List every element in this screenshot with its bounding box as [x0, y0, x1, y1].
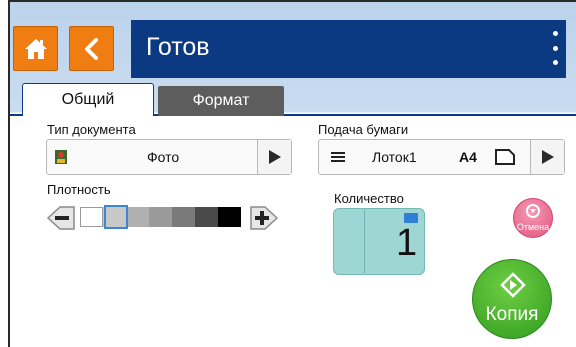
photo-icon	[55, 150, 67, 164]
density-step[interactable]	[172, 207, 195, 227]
paper-feed-tray: Лоток1	[372, 149, 417, 165]
page-title: Готов	[146, 33, 210, 61]
cancel-label: Отмена	[516, 222, 550, 232]
density-step[interactable]	[218, 207, 241, 227]
document-type-label: Тип документа	[47, 122, 136, 137]
tab-general[interactable]: Общий	[22, 83, 154, 116]
density-selected-marker	[104, 205, 128, 229]
paper-feed-selector[interactable]: Лоток1 A4	[318, 139, 565, 175]
start-diamond-icon	[500, 272, 526, 298]
density-step[interactable]	[80, 207, 103, 227]
document-type-selector[interactable]: Фото	[46, 139, 292, 175]
paper-feed-label: Подача бумаги	[318, 122, 409, 137]
play-arrow-icon	[268, 150, 281, 164]
document-type-value: Фото	[147, 149, 180, 165]
home-icon	[24, 38, 47, 59]
density-increase-icon[interactable]	[249, 205, 279, 231]
landscape-paper-icon	[495, 149, 515, 165]
quantity-divider	[364, 210, 365, 273]
tab-format-label: Формат	[192, 92, 250, 109]
chevron-left-icon	[84, 37, 98, 60]
home-button[interactable]	[13, 26, 58, 71]
tray-icon	[331, 152, 345, 162]
stop-icon	[526, 204, 540, 218]
quantity-value: 1	[396, 222, 418, 264]
screen-frame: Готов Общий Формат Тип документа Фото По…	[0, 0, 576, 347]
play-arrow-icon	[541, 150, 554, 164]
paper-feed-arrow[interactable]	[530, 140, 564, 174]
tab-general-cover	[23, 114, 153, 117]
tab-general-label: Общий	[61, 91, 115, 108]
density-decrease-icon[interactable]	[46, 205, 76, 231]
more-vertical-icon[interactable]	[551, 31, 559, 65]
back-button[interactable]	[69, 26, 114, 71]
copy-button[interactable]	[472, 259, 552, 339]
copy-label: Копия	[485, 304, 539, 325]
density-step[interactable]	[149, 207, 172, 227]
paper-feed-size: A4	[459, 149, 477, 165]
density-step[interactable]	[126, 207, 149, 227]
tab-format[interactable]: Формат	[158, 86, 284, 116]
density-label: Плотность	[47, 182, 111, 197]
document-type-arrow[interactable]	[257, 140, 291, 174]
quantity-label: Количество	[334, 191, 404, 206]
density-step[interactable]	[195, 207, 218, 227]
